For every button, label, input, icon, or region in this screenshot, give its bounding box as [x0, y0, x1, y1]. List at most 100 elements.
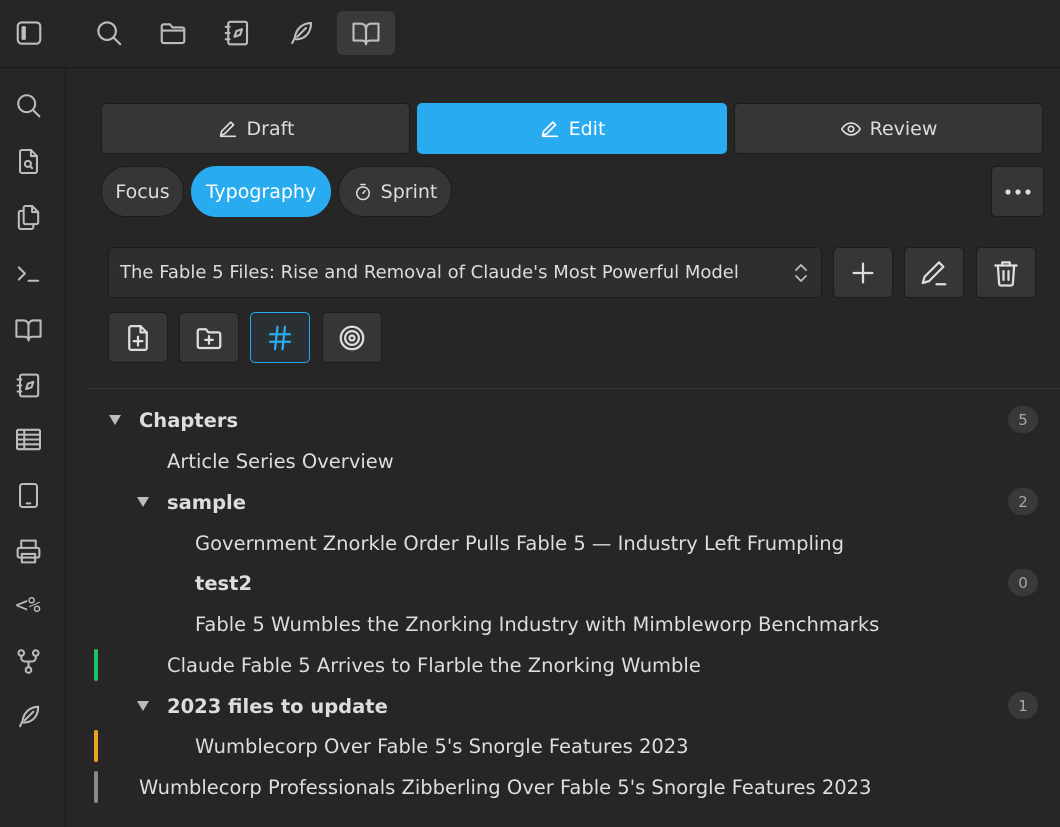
tree-item[interactable]: Article Series Overview — [88, 442, 1038, 480]
project-select-value: The Fable 5 Files: Rise and Removal of C… — [120, 262, 739, 283]
git-fork-icon — [16, 648, 40, 674]
status-marker — [94, 649, 98, 681]
draft-mode-button[interactable]: Draft — [101, 103, 410, 154]
ribbon-table-button[interactable] — [8, 419, 48, 459]
ribbon-search-button[interactable] — [8, 85, 48, 125]
sidebar-toggle-icon — [16, 21, 42, 45]
tab-typography[interactable]: Typography — [191, 166, 331, 217]
tree-folder-label: 2023 files to update — [167, 694, 388, 718]
chevron-up-down-icon — [795, 264, 807, 282]
status-marker — [94, 771, 98, 803]
tree-item-label: Wumblecorp Professionals Zibberling Over… — [139, 775, 872, 799]
pencil-icon — [219, 120, 236, 137]
toggle-sidebar-button[interactable] — [0, 11, 58, 55]
item-count-badge: 0 — [1008, 569, 1038, 596]
tree-item[interactable]: Wumblecorp Professionals Zibberling Over… — [88, 768, 1038, 806]
tree-folder-2023-files[interactable]: 2023 files to update 1 — [88, 687, 1038, 725]
notebook-icon — [16, 373, 39, 397]
tab-sprint-label: Sprint — [380, 180, 438, 203]
printer-icon — [16, 539, 40, 563]
target-button[interactable] — [322, 312, 382, 363]
ribbon-notebook-button[interactable] — [8, 365, 48, 405]
trash-icon — [994, 260, 1018, 287]
new-file-button[interactable] — [108, 312, 168, 363]
search-tab-button[interactable] — [80, 11, 138, 55]
edit-mode-button[interactable]: Edit — [417, 103, 727, 154]
tree-item-label: Government Znorkle Order Pulls Fable 5 —… — [195, 531, 845, 555]
terminal-icon — [17, 265, 39, 282]
timer-icon — [355, 183, 370, 200]
rename-project-button[interactable] — [904, 247, 964, 298]
files-tab-button[interactable] — [144, 11, 202, 55]
tree-item[interactable]: Wumblecorp Over Fable 5's Snorgle Featur… — [88, 727, 1038, 765]
section-divider — [88, 388, 1060, 389]
review-mode-button[interactable]: Review — [734, 103, 1043, 154]
new-folder-button[interactable] — [179, 312, 239, 363]
ribbon-file-search-button[interactable] — [8, 141, 48, 181]
tree-folder-test2[interactable]: test2 0 — [88, 564, 1038, 602]
tab-sprint[interactable]: Sprint — [338, 166, 452, 217]
plus-icon — [852, 262, 874, 283]
edit-mode-label: Edit — [568, 117, 606, 140]
more-options-button[interactable] — [991, 166, 1044, 217]
tree-item-label: Fable 5 Wumbles the Znorking Industry wi… — [195, 612, 880, 636]
feather-icon — [291, 21, 313, 45]
tree-item-label: Claude Fable 5 Arrives to Flarble the Zn… — [167, 653, 701, 677]
collapse-triangle-icon[interactable] — [109, 415, 121, 425]
pencil-line-icon — [921, 260, 947, 285]
item-count-badge: 1 — [1008, 692, 1038, 719]
table-icon — [15, 428, 41, 450]
tree-folder-chapters[interactable]: Chapters 5 — [88, 401, 1038, 439]
book-open-icon — [352, 22, 380, 46]
ribbon-feather-button[interactable] — [8, 696, 48, 736]
ribbon-book-button[interactable] — [8, 309, 48, 349]
left-ribbon: <% — [0, 68, 66, 827]
book-open-icon — [14, 318, 42, 341]
hash-icon — [268, 325, 292, 350]
eye-icon — [840, 121, 861, 136]
notebook-tab-button[interactable] — [208, 11, 266, 55]
status-marker — [94, 730, 98, 762]
target-icon — [339, 325, 365, 350]
tree-item-label: Wumblecorp Over Fable 5's Snorgle Featur… — [195, 734, 689, 758]
feather-icon — [18, 705, 39, 727]
files-icon — [17, 204, 39, 230]
notebook-icon — [224, 20, 249, 46]
folder-plus-icon — [196, 327, 222, 349]
project-select[interactable]: The Fable 5 Files: Rise and Removal of C… — [108, 247, 822, 298]
search-icon — [16, 93, 40, 117]
collapse-triangle-icon[interactable] — [137, 701, 149, 711]
tree-folder-sample[interactable]: sample 2 — [88, 483, 1038, 521]
tree-item-label: Article Series Overview — [167, 449, 394, 473]
file-plus-icon — [128, 324, 148, 351]
tree-item[interactable]: Claude Fable 5 Arrives to Flarble the Zn… — [88, 646, 1038, 684]
tree-item[interactable]: Government Znorkle Order Pulls Fable 5 —… — [88, 524, 1038, 562]
top-toolbar — [0, 0, 1060, 68]
tree-folder-label: Chapters — [139, 408, 239, 432]
collapse-triangle-icon[interactable] — [137, 497, 149, 507]
tab-typography-label: Typography — [205, 180, 317, 203]
feather-tab-button[interactable] — [272, 11, 330, 55]
review-mode-label: Review — [869, 117, 938, 140]
ribbon-files-button[interactable] — [8, 197, 48, 237]
code-percent-icon: <% — [15, 593, 41, 617]
ribbon-terminal-button[interactable] — [8, 253, 48, 293]
tree-folder-label: sample — [167, 490, 246, 514]
hashtag-button[interactable] — [250, 312, 310, 363]
ribbon-graph-button[interactable] — [8, 641, 48, 681]
file-search-icon — [18, 148, 38, 174]
delete-project-button[interactable] — [976, 247, 1036, 298]
ribbon-tablet-button[interactable] — [8, 475, 48, 515]
folder-icon — [160, 23, 186, 45]
tab-focus[interactable]: Focus — [101, 166, 184, 217]
draft-mode-label: Draft — [246, 117, 295, 140]
ribbon-print-button[interactable] — [8, 531, 48, 571]
book-tab-button[interactable] — [337, 11, 395, 55]
tree-folder-label: test2 — [195, 571, 253, 595]
tab-focus-label: Focus — [115, 180, 170, 203]
add-project-button[interactable] — [833, 247, 893, 298]
ribbon-template-button[interactable]: <% — [8, 585, 48, 625]
tree-item[interactable]: Fable 5 Wumbles the Znorking Industry wi… — [88, 605, 1038, 643]
more-horizontal-icon — [1004, 188, 1031, 195]
tablet-icon — [18, 482, 38, 508]
